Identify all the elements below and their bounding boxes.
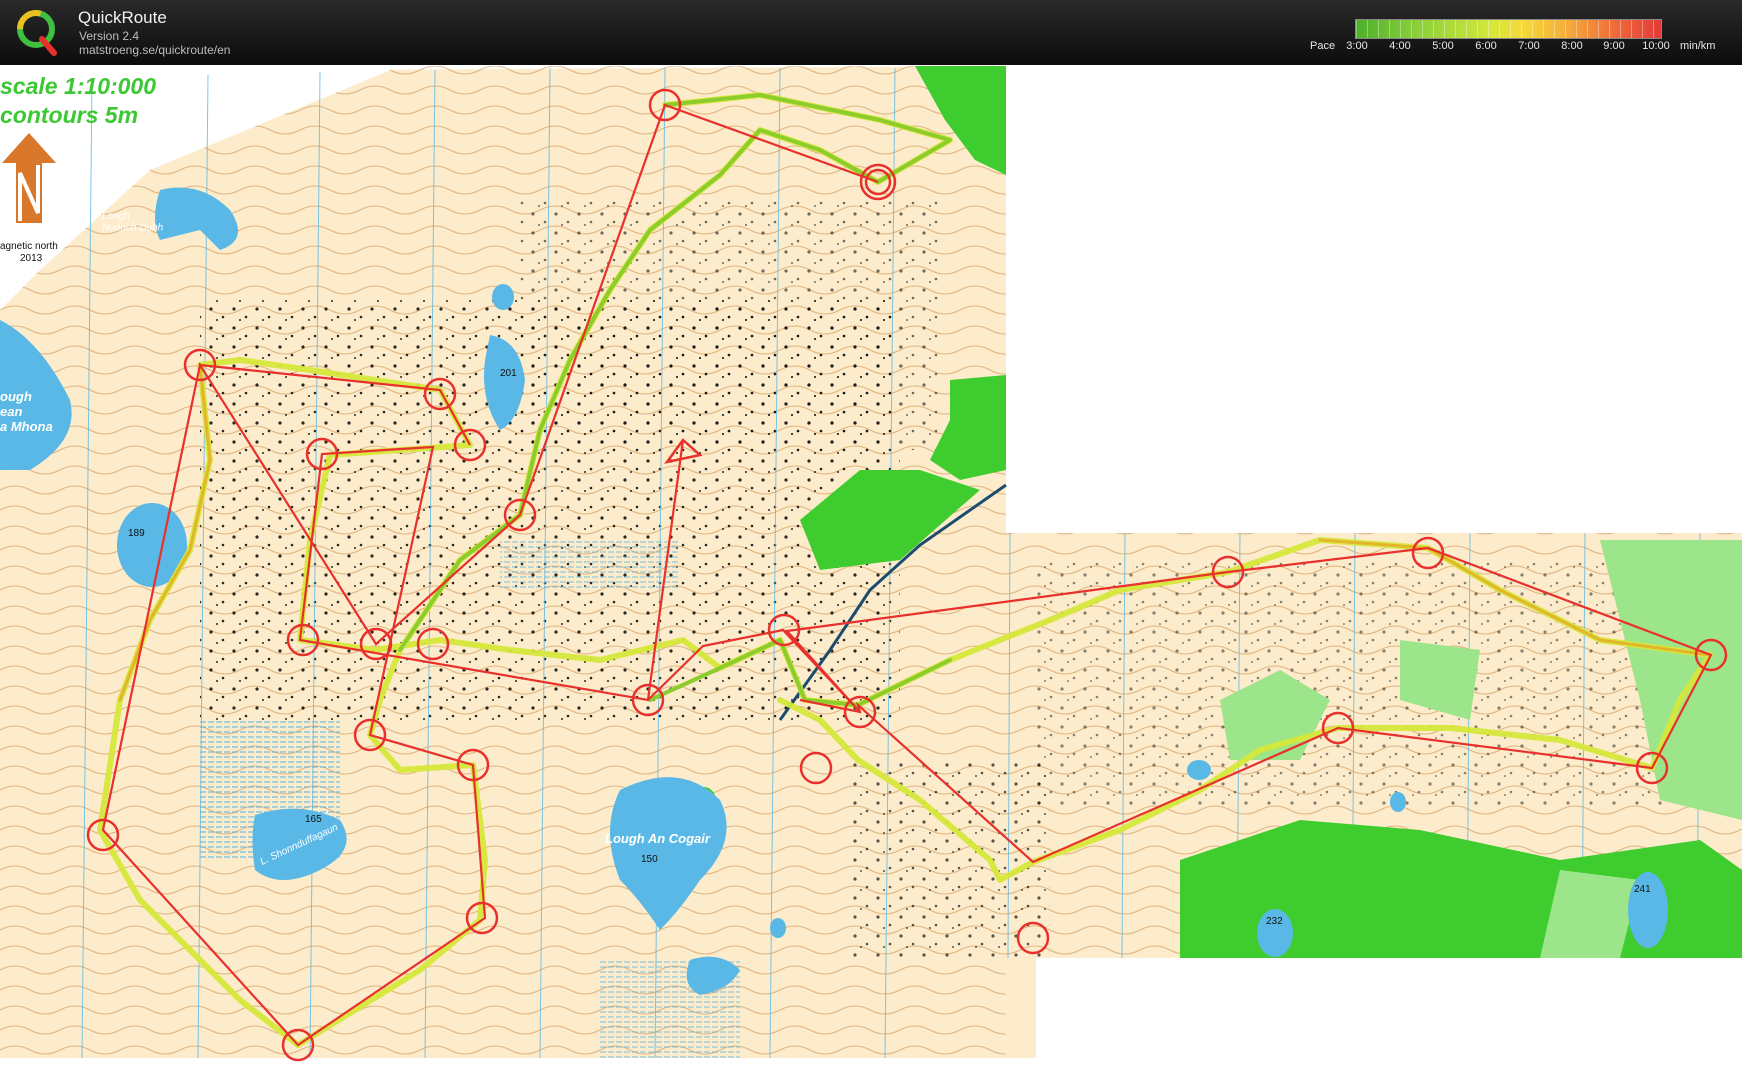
pace-unit: min/km: [1680, 40, 1716, 52]
north-year: 2013: [20, 253, 43, 264]
app-url: matstroeng.se/quickroute/en: [79, 43, 231, 57]
lake-label-main: Lough An Cogair: [605, 831, 711, 846]
height-label: 189: [128, 528, 145, 539]
app-version: Version 2.4: [79, 29, 140, 43]
pace-tick: 3:00: [1346, 40, 1368, 52]
pace-tick: 7:00: [1518, 40, 1540, 52]
north-note: agnetic north: [0, 241, 58, 252]
height-label: 232: [1266, 916, 1283, 927]
pace-tick: 9:00: [1603, 40, 1625, 52]
pace-tick: 6:00: [1475, 40, 1497, 52]
app-name: QuickRoute: [78, 8, 167, 27]
quickroute-logo-icon: [17, 10, 57, 56]
map-scale: scale 1:10:000: [0, 73, 157, 99]
height-label: 241: [1634, 884, 1651, 895]
map-canvas[interactable]: Lough Noduch Dubh ough ean a Mhona 201 189 …: [0, 65, 1742, 1075]
header-bar: QuickRoute Version 2.4 matstroeng.se/qui…: [0, 0, 1742, 65]
pace-label: Pace: [1310, 40, 1336, 52]
height-label: 165: [305, 814, 322, 825]
orienteering-map[interactable]: Lough Noduch Dubh ough ean a Mhona 201 189 …: [0, 65, 1742, 1075]
map-contours: contours 5m: [0, 102, 139, 128]
height-label: 201: [500, 368, 517, 379]
pace-tick: 4:00: [1389, 40, 1411, 52]
height-label: 150: [641, 854, 658, 865]
pace-tick: 5:00: [1432, 40, 1454, 52]
pace-gradient-bar: [1355, 19, 1662, 39]
north-arrow-icon: [2, 133, 56, 223]
pace-tick: 10:00: [1642, 40, 1670, 52]
pace-tick: 8:00: [1561, 40, 1583, 52]
